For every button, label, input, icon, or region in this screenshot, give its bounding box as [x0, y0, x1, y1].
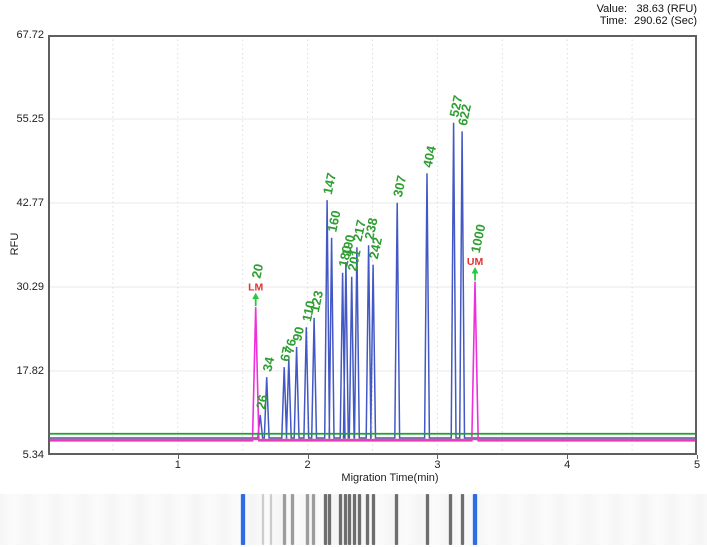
marker-tag-label: UM — [467, 256, 484, 268]
gel-band — [312, 494, 315, 545]
x-axis-title: Migration Time(min) — [60, 472, 707, 484]
gel-band — [283, 494, 286, 545]
peak-size-label: 123 — [307, 289, 326, 313]
peak-size-label: 26 — [253, 393, 271, 410]
marker-size-label: 20 — [248, 262, 266, 279]
electropherogram-plot[interactable]: 2634677690110123147160180190201217238242… — [48, 35, 697, 455]
gel-band — [339, 494, 342, 545]
readout-value-label: Value: — [597, 3, 627, 15]
peak-size-label: 242 — [366, 236, 385, 260]
y-tick-label: 42.77 — [0, 196, 44, 210]
peak-size-label: 622 — [455, 103, 474, 127]
peak-size-label: 307 — [390, 174, 409, 198]
gel-band — [270, 494, 272, 545]
y-tick-label: 5.34 — [0, 448, 44, 462]
gel-band — [366, 494, 369, 545]
x-tick-label: 3 — [422, 459, 452, 471]
peak-size-label: 201 — [344, 248, 363, 272]
x-tick-label: 5 — [682, 459, 707, 471]
gel-band — [372, 494, 375, 545]
gel-view[interactable] — [0, 494, 707, 545]
readout-time-label: Time: — [597, 15, 627, 27]
x-tick-label: 2 — [293, 459, 323, 471]
gel-band — [291, 494, 294, 545]
peak-size-label: 404 — [420, 144, 439, 169]
y-tick-label: 30.29 — [0, 280, 44, 294]
gel-band — [328, 494, 331, 545]
y-tick-label: 55.25 — [0, 112, 44, 126]
peak-size-label: 147 — [320, 171, 339, 195]
x-tick-label: 1 — [163, 459, 193, 471]
gel-band — [449, 494, 452, 545]
gel-marker-band — [241, 494, 245, 545]
gel-marker-band — [473, 494, 477, 545]
y-axis-title: RFU — [9, 224, 21, 264]
cursor-readout: Value: 38.63 (RFU) Time: 290.62 (Sec) — [597, 3, 697, 27]
gel-band — [262, 494, 264, 545]
x-tick-label: 4 — [552, 459, 582, 471]
gel-band — [426, 494, 429, 545]
marker-size-label: 1000 — [468, 223, 489, 254]
gel-band — [353, 494, 356, 545]
peak-size-label: 90 — [289, 325, 307, 342]
marker-tag-label: LM — [248, 282, 263, 294]
y-tick-label: 17.82 — [0, 364, 44, 378]
gel-band — [461, 494, 464, 545]
gel-band — [395, 494, 398, 545]
electropherogram-view: Value: 38.63 (RFU) Time: 290.62 (Sec) RF… — [0, 0, 707, 547]
gel-band — [306, 494, 309, 545]
readout-value: 38.63 (RFU) — [634, 3, 697, 15]
readout-time: 290.62 (Sec) — [634, 15, 697, 27]
gel-band — [324, 494, 327, 545]
gel-band — [358, 494, 361, 545]
y-tick-label: 67.72 — [0, 28, 44, 42]
gel-band — [344, 494, 347, 545]
gel-band — [348, 494, 351, 545]
peak-size-label: 160 — [324, 209, 343, 233]
peak-size-label: 34 — [259, 355, 277, 373]
